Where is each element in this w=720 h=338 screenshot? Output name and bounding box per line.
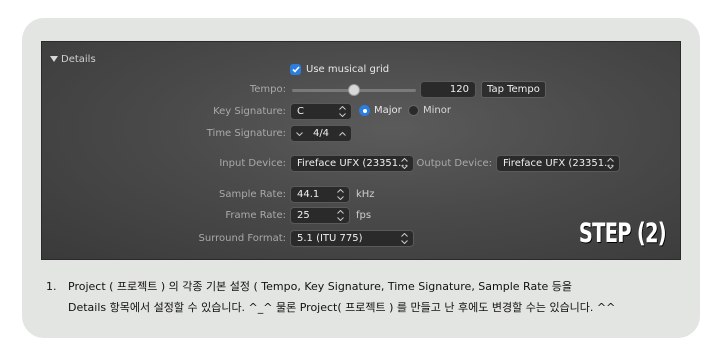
checkbox-checked-icon <box>290 64 301 75</box>
frame-rate-popup[interactable]: 25 <box>290 207 350 224</box>
details-disclosure[interactable]: Details <box>50 54 96 65</box>
caption-line-2: Details 항목에서 설정할 수 있습니다. ^_^ 물론 Project(… <box>68 301 616 314</box>
tap-tempo-button[interactable]: Tap Tempo <box>481 81 546 98</box>
time-signature-stepper[interactable]: 4/4 <box>290 125 352 142</box>
major-radio[interactable]: Major <box>359 105 402 116</box>
input-device-label: Input Device: <box>219 158 286 169</box>
time-signature-value: 4/4 <box>312 127 330 139</box>
minor-radio[interactable]: Minor <box>408 105 451 116</box>
radio-selected-icon <box>359 105 370 116</box>
output-device-popup[interactable]: Fireface UFX (23351... <box>496 155 620 172</box>
details-label: Details <box>61 54 96 65</box>
output-device-label: Output Device: <box>416 158 492 169</box>
frame-rate-label: Frame Rate: <box>225 210 286 221</box>
tempo-slider-knob[interactable] <box>348 84 360 96</box>
surround-format-value: 5.1 (ITU 775) <box>297 233 363 244</box>
frame-rate-unit: fps <box>356 210 372 221</box>
key-signature-value: C <box>297 106 304 117</box>
time-signature-label: Time Signature: <box>206 128 286 139</box>
caption-line-1: Project ( 프로젝트 ) 의 각종 기본 설정 ( Tempo, Key… <box>68 280 573 293</box>
surround-format-popup[interactable]: 5.1 (ITU 775) <box>290 230 414 247</box>
chevron-up-icon[interactable] <box>339 131 346 136</box>
updown-arrows-icon <box>338 106 346 117</box>
sample-rate-unit: kHz <box>356 189 375 200</box>
updown-arrows-icon <box>606 158 614 169</box>
key-signature-popup[interactable]: C <box>290 103 352 120</box>
updown-arrows-icon <box>336 210 344 221</box>
caption-number: 1. <box>46 280 57 293</box>
step-watermark: STEP (2) <box>578 218 667 249</box>
tempo-slider[interactable] <box>292 84 416 96</box>
project-settings-panel: Details Use musical grid Tempo: 120 Tap … <box>41 41 681 260</box>
key-signature-label: Key Signature: <box>213 106 286 117</box>
use-musical-grid-checkbox[interactable]: Use musical grid <box>290 64 389 75</box>
updown-arrows-icon <box>400 233 408 244</box>
output-device-value: Fireface UFX (23351... <box>503 158 614 169</box>
chevron-down-icon[interactable] <box>296 131 303 136</box>
radio-unselected-icon <box>408 105 419 116</box>
sample-rate-popup[interactable]: 44.1 <box>290 186 350 203</box>
sample-rate-value: 44.1 <box>297 189 320 200</box>
major-label: Major <box>374 105 402 116</box>
frame-rate-value: 25 <box>297 210 310 221</box>
updown-arrows-icon <box>336 189 344 200</box>
sample-rate-label: Sample Rate: <box>219 189 286 200</box>
disclosure-triangle-icon <box>50 56 58 62</box>
use-musical-grid-label: Use musical grid <box>306 64 390 75</box>
tempo-label: Tempo: <box>249 84 286 95</box>
minor-label: Minor <box>423 105 451 116</box>
surround-format-label: Surround Format: <box>198 233 286 244</box>
tempo-field[interactable]: 120 <box>420 81 476 98</box>
